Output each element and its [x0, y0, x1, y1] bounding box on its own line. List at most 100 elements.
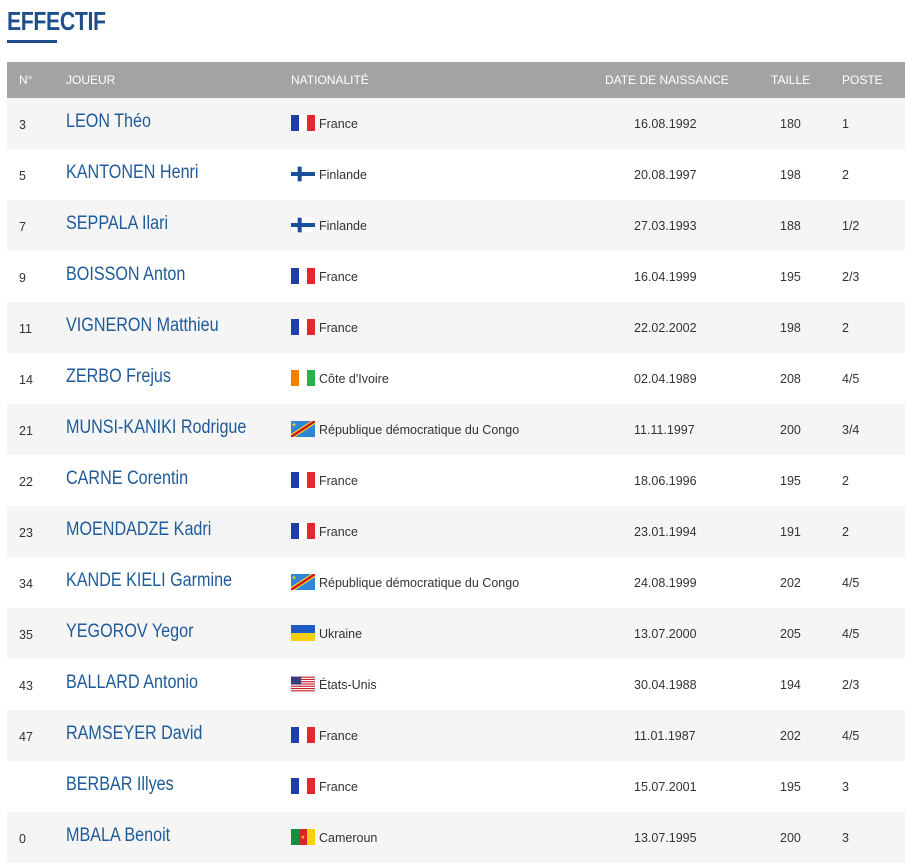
france-flag-icon [291, 778, 315, 794]
player-birthdate: 13.07.2000 [634, 627, 697, 641]
player-name-link[interactable]: VIGNERON Matthieu [66, 300, 219, 351]
player-nationality: France [291, 507, 358, 558]
table-row: BERBAR Illyes France 15.07.2001 195 3 [7, 761, 905, 812]
player-birthdate: 30.04.1988 [634, 678, 697, 692]
player-nationality: République démocratique du Congo [291, 558, 519, 609]
player-position: 2 [842, 525, 849, 539]
player-height: 191 [780, 525, 801, 539]
country-name: République démocratique du Congo [319, 423, 520, 437]
player-nationality: France [291, 303, 358, 354]
table-row: 9 BOISSON Anton France 16.04.1999 195 2/3 [7, 251, 905, 302]
table-row: 43 BALLARD Antonio États-Unis 30.04.1988 194… [7, 659, 905, 710]
player-number: 3 [19, 118, 26, 132]
table-row: 23 MOENDADZE Kadri France 23.01.1994 191 2 [7, 506, 905, 557]
player-position: 2/3 [842, 270, 860, 284]
player-nationality: Cameroun [291, 813, 377, 864]
player-birthdate: 16.04.1999 [634, 270, 697, 284]
france-flag-icon [291, 268, 315, 284]
player-nationality: France [291, 762, 358, 813]
player-height: 200 [780, 831, 801, 845]
player-position: 3 [842, 780, 849, 794]
country-name: Cameroun [319, 831, 378, 845]
player-nationality: États-Unis [291, 660, 377, 711]
player-name-link[interactable]: MOENDADZE Kadri [66, 504, 211, 555]
player-name-link[interactable]: KANDE KIELI Garmine [66, 555, 232, 606]
player-height: 195 [780, 474, 801, 488]
player-nationality: France [291, 711, 358, 762]
player-nationality: Côte d'Ivoire [291, 354, 389, 405]
player-height: 195 [780, 270, 801, 284]
player-height: 195 [780, 780, 801, 794]
player-number: 34 [19, 577, 33, 591]
country-name: France [319, 780, 358, 794]
player-name-link[interactable]: SEPPALA Ilari [66, 198, 168, 249]
player-birthdate: 11.11.1997 [634, 423, 695, 437]
player-name-link[interactable]: MUNSI-KANIKI Rodrigue [66, 402, 246, 453]
finland-flag-icon [291, 166, 315, 182]
player-birthdate: 15.07.2001 [634, 780, 697, 794]
cameroon-flag-icon [291, 829, 315, 845]
table-row: 0 MBALA Benoit Cameroun 13.07.1995 200 3 [7, 812, 905, 863]
player-birthdate: 13.07.1995 [634, 831, 697, 845]
player-position: 4/5 [842, 729, 860, 743]
player-birthdate: 23.01.1994 [634, 525, 697, 539]
finland-flag-icon [291, 217, 315, 233]
player-birthdate: 18.06.1996 [634, 474, 697, 488]
country-name: États-Unis [319, 678, 377, 692]
france-flag-icon [291, 115, 315, 131]
country-name: Ukraine [319, 627, 363, 641]
player-height: 205 [780, 627, 801, 641]
player-number: 23 [19, 526, 33, 540]
player-name-link[interactable]: ZERBO Frejus [66, 351, 171, 402]
table-row: 3 LEON Théo France 16.08.1992 180 1 [7, 98, 905, 149]
player-nationality: France [291, 456, 358, 507]
france-flag-icon [291, 472, 315, 488]
table-row: 22 CARNE Corentin France 18.06.1996 195 2 [7, 455, 905, 506]
player-name-link[interactable]: LEON Théo [66, 96, 151, 147]
player-height: 198 [780, 168, 801, 182]
france-flag-icon [291, 727, 315, 743]
player-name-link[interactable]: CARNE Corentin [66, 453, 188, 504]
player-name-link[interactable]: RAMSEYER David [66, 708, 202, 759]
player-number: 43 [19, 679, 33, 693]
ukraine-flag-icon [291, 625, 315, 641]
player-number: 21 [19, 424, 33, 438]
player-height: 202 [780, 729, 801, 743]
player-birthdate: 24.08.1999 [634, 576, 697, 590]
player-position: 2 [842, 321, 849, 335]
country-name: France [319, 117, 358, 131]
player-number: 22 [19, 475, 33, 489]
table-row: 14 ZERBO Frejus Côte d'Ivoire 02.04.1989 208… [7, 353, 905, 404]
player-nationality: République démocratique du Congo [291, 405, 519, 456]
player-number: 47 [19, 730, 33, 744]
france-flag-icon [291, 523, 315, 539]
player-position: 2 [842, 168, 849, 182]
player-number: 0 [19, 832, 26, 846]
player-name-link[interactable]: YEGOROV Yegor [66, 606, 193, 657]
player-number: 35 [19, 628, 33, 642]
player-name-link[interactable]: BALLARD Antonio [66, 657, 198, 708]
table-row: 5 KANTONEN Henri Finlande 20.08.1997 198 2 [7, 149, 905, 200]
usa-flag-icon [291, 676, 315, 692]
table-row: 11 VIGNERON Matthieu France 22.02.2002 198 2 [7, 302, 905, 353]
table-row: 7 SEPPALA Ilari Finlande 27.03.1993 188 1/2 [7, 200, 905, 251]
player-name-link[interactable]: KANTONEN Henri [66, 147, 199, 198]
player-height: 198 [780, 321, 801, 335]
player-height: 202 [780, 576, 801, 590]
header-position: POSTE [842, 73, 883, 87]
player-name-link[interactable]: BOISSON Anton [66, 249, 185, 300]
player-number: 9 [19, 271, 26, 285]
player-position: 1 [842, 117, 849, 131]
player-birthdate: 22.02.2002 [634, 321, 697, 335]
player-name-link[interactable]: BERBAR Illyes [66, 759, 174, 810]
country-name: France [319, 474, 358, 488]
ivory-coast-flag-icon [291, 370, 315, 386]
player-position: 3 [842, 831, 849, 845]
player-birthdate: 02.04.1989 [634, 372, 697, 386]
player-name-link[interactable]: MBALA Benoit [66, 810, 170, 861]
player-nationality: Finlande [291, 201, 367, 252]
header-birthdate: DATE DE NAISSANCE [605, 73, 729, 87]
table-row: 34 KANDE KIELI Garmine République démocrat… [7, 557, 905, 608]
country-name: Côte d'Ivoire [319, 372, 389, 386]
country-name: Finlande [319, 168, 367, 182]
